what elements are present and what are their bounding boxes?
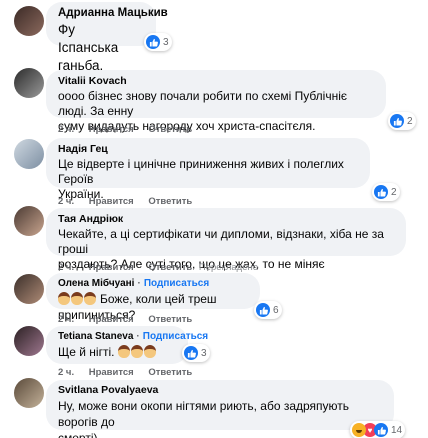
comment-timestamp[interactable]: 2 ч. [58, 196, 74, 207]
comment-bubble: Vitalii Kovach оооо бізнес знову почали … [46, 70, 386, 133]
comment-bubble: Надія Гец Це відверте і цинічне принижен… [46, 138, 370, 201]
comment-author[interactable]: Vitalii Kovach [58, 74, 374, 89]
woman-emoji-icon [84, 292, 96, 305]
like-link[interactable]: Нравится [89, 124, 134, 135]
comment-text-line: оооо бізнес знову почали робити по схемі… [58, 89, 348, 118]
translated-label[interactable]: Перекладено [199, 262, 258, 273]
comment-bubble: Олена Мібчуані · Подписаться Боже, коли це… [46, 273, 260, 322]
thumbs-up-icon [374, 185, 388, 199]
thumbs-up-icon [374, 423, 388, 437]
avatar[interactable] [14, 326, 44, 356]
comment-timestamp[interactable]: 2 ч. [58, 124, 74, 135]
comment-bubble: Svitlana Povalyaeva Ну, може вони окопи … [46, 380, 394, 438]
reply-link[interactable]: Ответить [148, 262, 192, 273]
reaction-count: 14 [391, 424, 403, 436]
like-link[interactable]: Нравится [89, 196, 134, 207]
woman-emoji-icon [131, 345, 144, 358]
separator-dot: · [136, 331, 140, 342]
like-link[interactable]: Нравится [89, 262, 134, 273]
thumbs-up-icon [256, 303, 270, 317]
comment-bubble: Tetiana Staneva · Подписаться Ще й нігті. [46, 326, 208, 364]
comment-author-name[interactable]: Tetiana Staneva [58, 331, 133, 342]
reaction-count: 6 [273, 304, 279, 316]
comment-actions: 2 ч. Нравится Ответить [58, 124, 204, 135]
comment-text-line: Фу [58, 22, 76, 37]
subscribe-link[interactable]: Подписаться [143, 331, 208, 342]
reaction-count: 3 [163, 36, 169, 48]
woman-emoji-icon [144, 345, 157, 358]
comment-actions: 2 ч. Нравится Ответить [58, 314, 204, 325]
comment-author[interactable]: Тая Андріюк [58, 212, 394, 227]
comment-author: Олена Мібчуані · Подписаться [58, 276, 248, 291]
avatar[interactable] [14, 139, 44, 169]
haha-icon [352, 423, 366, 437]
woman-emoji-icon [58, 292, 70, 305]
reaction-summary[interactable]: ♥ 14 [350, 421, 406, 438]
like-link[interactable]: Нравится [89, 314, 134, 325]
woman-emoji-icon [118, 345, 131, 358]
thumbs-up-icon [184, 346, 198, 360]
reply-link[interactable]: Ответить [148, 196, 192, 207]
avatar[interactable] [14, 274, 44, 304]
comment-author: Tetiana Staneva · Подписаться [58, 329, 208, 344]
comment-text: Ще й нігті. [58, 345, 115, 359]
woman-emoji-icon [71, 292, 83, 305]
reaction-summary[interactable]: 3 [182, 344, 210, 362]
avatar[interactable] [14, 68, 44, 98]
subscribe-link[interactable]: Подписаться [144, 278, 209, 289]
comment-text-line: смерті) [58, 431, 98, 438]
comment-bubble: Тая Андріюк Чекайте, а ці сертифікати чи… [46, 208, 406, 271]
comment-author[interactable]: Svitlana Povalyaeva [58, 383, 382, 398]
comment-text-line: Ну, може вони окопи нігтями риють, або з… [58, 399, 350, 429]
reaction-summary[interactable]: 2 [372, 183, 400, 201]
comment-text-line: Це відверте і цинічне приниження живих і… [58, 157, 344, 186]
comment-author-name[interactable]: Олена Мібчуані [58, 278, 134, 289]
reply-link[interactable]: Ответить [148, 367, 192, 378]
comment-timestamp[interactable]: 2 ч. [58, 262, 74, 273]
comment-timestamp[interactable]: 2 ч. [58, 367, 74, 378]
avatar[interactable] [14, 378, 44, 408]
avatar[interactable] [14, 206, 44, 236]
comment-actions: 2 ч. Нравится Ответить [58, 196, 204, 207]
comment-timestamp[interactable]: 2 ч. [58, 314, 74, 325]
comment-actions: 2 ч. Нравится Ответить [58, 367, 204, 378]
thumbs-up-icon [146, 35, 160, 49]
reaction-count: 3 [201, 347, 207, 359]
reply-link[interactable]: Ответить [148, 314, 192, 325]
comment-author[interactable]: Адрианна Мацькив [58, 6, 168, 21]
avatar[interactable] [14, 6, 44, 36]
comment-text-line: Чекайте, а ці сертифікати чи дипломи, ві… [58, 227, 384, 256]
thumbs-up-icon [390, 114, 404, 128]
comment-text-line: Ще й нігті. [58, 344, 176, 360]
comment-actions: 2 ч. Нравится Ответить Перекладено [58, 262, 270, 273]
reply-link[interactable]: Ответить [148, 124, 192, 135]
separator-dot: · [137, 278, 141, 289]
reaction-summary[interactable]: 2 [388, 112, 416, 130]
comment-bubble: Адрианна Мацькив Фу Іспанська ганьба. [46, 2, 168, 73]
comment-author[interactable]: Надія Гец [58, 142, 358, 157]
reaction-summary[interactable]: 3 [144, 33, 172, 51]
reaction-summary[interactable]: 6 [254, 301, 282, 319]
like-link[interactable]: Нравится [89, 367, 134, 378]
reaction-count: 2 [407, 115, 413, 127]
reaction-count: 2 [391, 186, 397, 198]
